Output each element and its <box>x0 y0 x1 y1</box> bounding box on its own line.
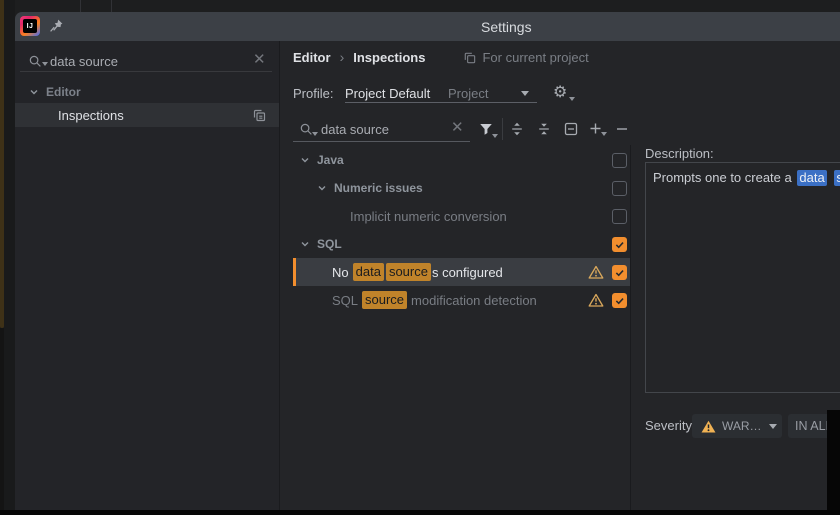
for-current-project-icon <box>465 52 476 64</box>
intellij-logo-text: IJ <box>23 19 37 33</box>
profile-dropdown-arrow-icon[interactable] <box>521 91 529 96</box>
copy-settings-icon[interactable] <box>251 107 267 123</box>
tree-item-text: SQL <box>332 292 359 308</box>
sidebar-item-label: Inspections <box>58 107 124 123</box>
severity-dropdown[interactable]: WAR… <box>692 414 782 438</box>
search-icon <box>29 55 41 67</box>
chevron-down-icon <box>30 90 38 95</box>
description-match-highlight: data <box>797 170 827 186</box>
clear-search-icon[interactable]: ✕ <box>451 120 464 135</box>
sidebar-group-label: Editor <box>46 85 81 99</box>
settings-dialog: IJ Settings data source ✕ Editor Inspect… <box>15 12 840 515</box>
chevron-down-icon[interactable] <box>317 183 327 193</box>
profile-dropdown-suffix: Project <box>448 86 489 101</box>
warning-filled-icon <box>701 420 716 432</box>
tree-row-no-data-sources-configured[interactable]: No data source s configured <box>293 258 631 286</box>
checkmark-icon <box>615 297 624 304</box>
selection-accent-bar <box>293 258 296 286</box>
for-current-project-label: For current project <box>482 50 589 65</box>
checkmark-icon <box>615 269 624 276</box>
tree-row-implicit-numeric-conversion[interactable]: Implicit numeric conversion <box>293 202 631 230</box>
sidebar-divider <box>20 71 272 72</box>
chevron-down-icon[interactable] <box>300 239 310 249</box>
tree-item-text: s configured <box>431 264 503 280</box>
tree-group-label: SQL <box>317 237 342 251</box>
background-left-strip-lower <box>0 328 4 515</box>
description-match-highlight: source <box>834 170 840 186</box>
gear-icon[interactable]: ⚙ <box>553 83 567 101</box>
tree-detail-splitter[interactable] <box>630 145 631 510</box>
breadcrumb: Editor › Inspections For current project <box>293 50 589 65</box>
tree-row-sql-source-modification-detection[interactable]: SQL source modification detection <box>293 286 631 314</box>
profile-dropdown-value[interactable]: Project Default <box>345 86 430 101</box>
gear-caret-icon <box>569 97 575 101</box>
collapse-all-icon[interactable] <box>536 121 552 137</box>
background-tab-divider <box>80 0 81 12</box>
warning-icon <box>588 265 604 279</box>
description-text: Prompts one to create a <box>653 170 792 185</box>
tree-row-sql[interactable]: SQL <box>293 230 631 258</box>
search-match-highlight: data <box>352 263 384 281</box>
breadcrumb-editor[interactable]: Editor <box>293 50 331 65</box>
search-match-highlight: source <box>385 263 431 281</box>
intellij-logo-icon: IJ <box>20 16 40 36</box>
checkbox-implicit-numeric-conversion[interactable] <box>612 208 627 224</box>
settings-sidebar: data source ✕ Editor Inspections <box>15 41 280 515</box>
tree-item-text: No <box>332 264 349 280</box>
inspections-toolbar: data source ✕ <box>293 115 631 143</box>
background-tab-divider <box>111 0 112 12</box>
filter-caret-icon <box>492 134 498 138</box>
remove-inspection-icon[interactable] <box>614 121 630 137</box>
breadcrumb-inspections: Inspections <box>353 50 426 65</box>
profile-dropdown-underline <box>345 102 537 103</box>
tree-group-label: Java <box>317 153 344 167</box>
add-caret-icon <box>601 132 607 136</box>
tree-item-text: modification detection <box>411 292 537 308</box>
window-title: Settings <box>481 19 532 35</box>
screen-corner-black-area <box>827 410 840 515</box>
search-match-highlight: source <box>362 291 408 309</box>
tree-group-label: Numeric issues <box>334 181 423 195</box>
description-pane: Prompts one to create a data source <box>645 162 840 393</box>
clear-search-icon[interactable]: ✕ <box>253 52 266 67</box>
checkbox-numeric-issues[interactable] <box>612 180 627 196</box>
background-left-strip <box>4 0 15 515</box>
screen: IJ Settings data source ✕ Editor Inspect… <box>0 0 840 515</box>
search-underline <box>293 141 470 142</box>
checkbox-sql-source-modification-detection[interactable] <box>612 292 627 308</box>
sidebar-item-inspections[interactable]: Inspections <box>15 103 279 127</box>
search-options-caret-icon <box>42 62 48 66</box>
warning-icon <box>588 293 604 307</box>
severity-dropdown-arrow-icon <box>768 423 777 429</box>
settings-search-input[interactable]: data source <box>50 54 118 69</box>
chevron-down-icon[interactable] <box>300 155 310 165</box>
severity-label: Severity: <box>645 418 696 433</box>
inspections-panel: Editor › Inspections For current project… <box>280 41 840 515</box>
reset-to-empty-icon[interactable] <box>563 121 579 137</box>
tree-row-java[interactable]: Java <box>293 146 631 174</box>
checkbox-sql[interactable] <box>612 236 627 252</box>
description-label: Description: <box>645 146 714 161</box>
pin-icon[interactable] <box>48 18 64 34</box>
expand-all-icon[interactable] <box>509 121 525 137</box>
severity-value: WAR… <box>722 419 762 433</box>
inspections-search-input[interactable]: data source <box>321 122 389 137</box>
inspections-tree: Java Numeric issues Implicit numeric con… <box>293 146 631 314</box>
search-options-caret-icon <box>312 132 318 136</box>
checkbox-no-data-sources-configured[interactable] <box>612 264 627 280</box>
tree-row-numeric-issues[interactable]: Numeric issues <box>293 174 631 202</box>
profile-label: Profile: <box>293 86 334 101</box>
checkmark-icon <box>615 241 624 248</box>
tree-item-label: Implicit numeric conversion <box>350 208 507 224</box>
toolbar-separator <box>502 118 503 140</box>
screen-bottom-black-strip <box>0 510 840 515</box>
checkbox-java[interactable] <box>612 152 627 168</box>
sidebar-group-editor[interactable]: Editor <box>15 82 279 102</box>
breadcrumb-separator-icon: › <box>339 49 345 65</box>
dialog-titlebar: IJ Settings <box>15 12 840 41</box>
